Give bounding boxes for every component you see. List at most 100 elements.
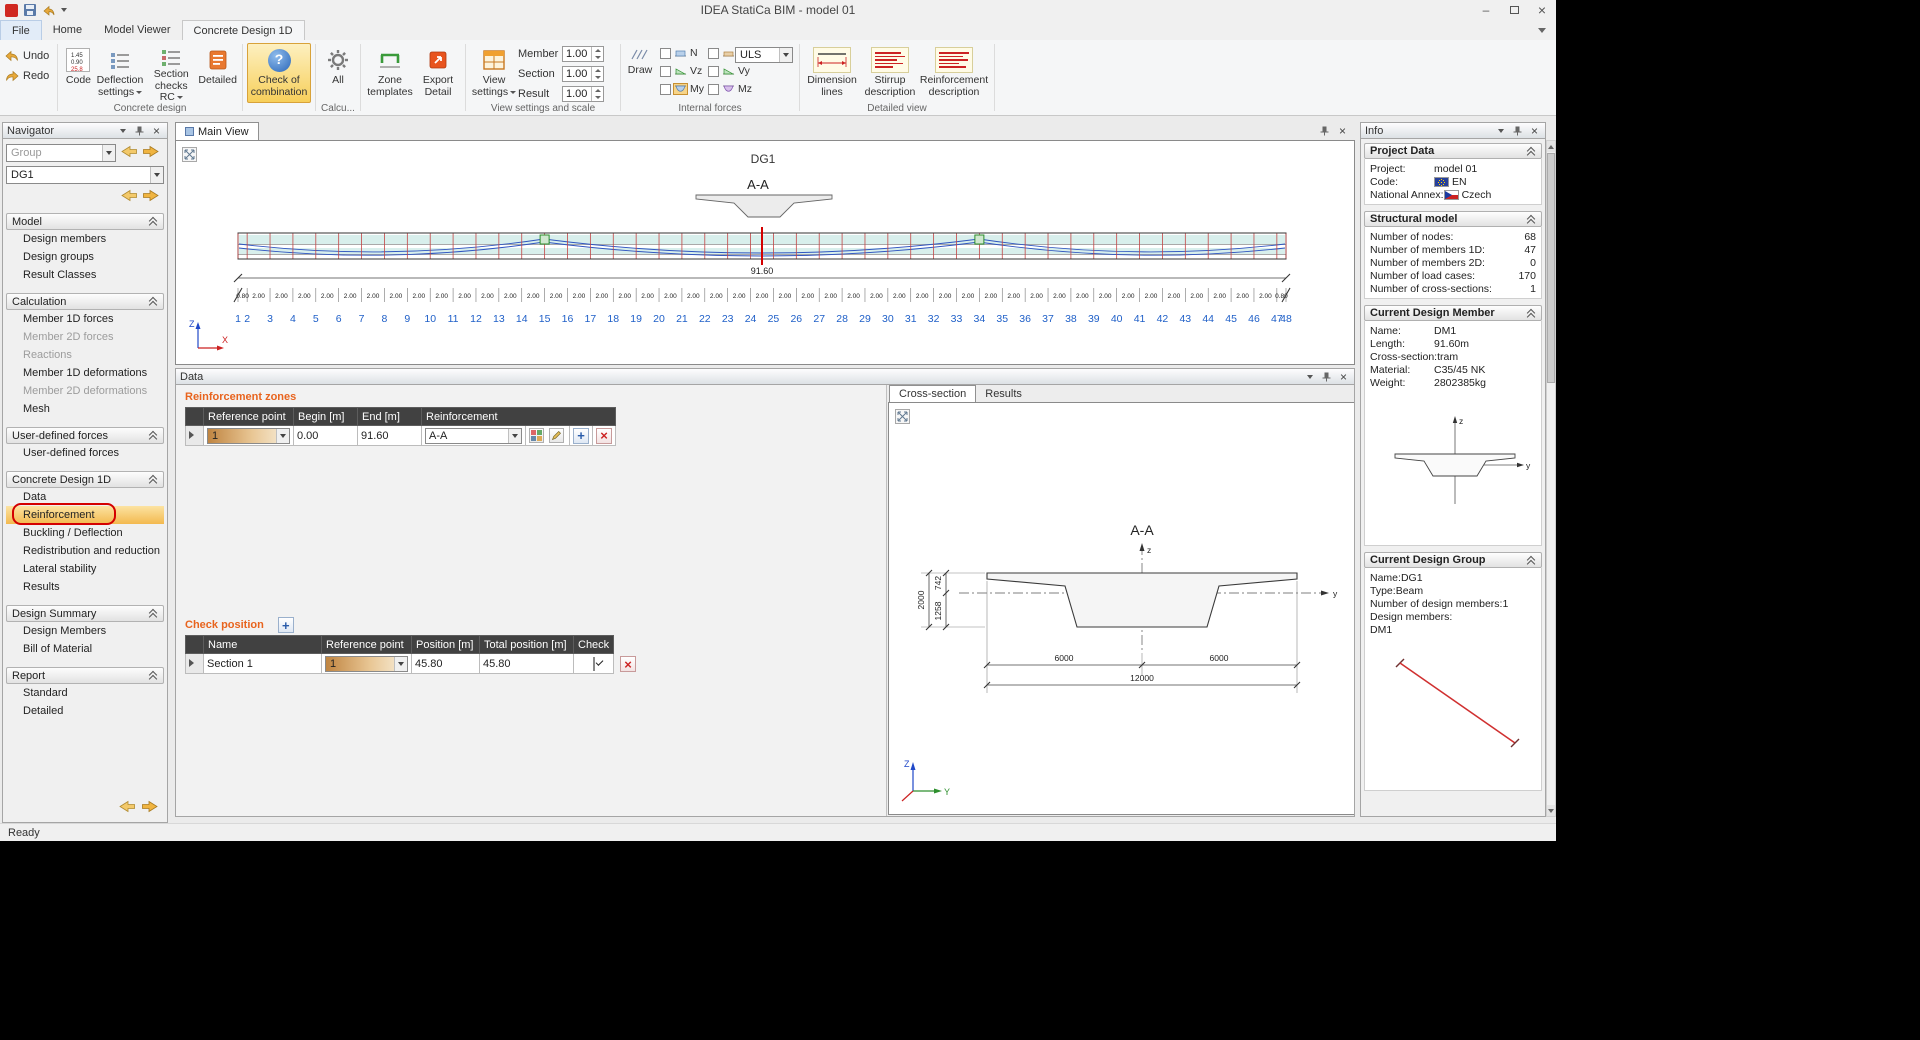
elevation-canvas[interactable]: DG1 A-A 12345678910111213141516171819202…	[175, 140, 1355, 365]
nav-item-member-2d-deformations[interactable]: Member 2D deformations	[6, 382, 164, 400]
info-scrollbar[interactable]	[1546, 140, 1556, 817]
close-icon[interactable]: ×	[1336, 124, 1349, 137]
section-checks-rc-button[interactable]: Section checks RC	[145, 43, 197, 103]
add-zone-button[interactable]: +	[573, 428, 589, 444]
dimension-lines-button[interactable]: Dimension lines	[804, 43, 860, 103]
spinner-buttons[interactable]	[591, 87, 603, 101]
delete-check-position-button[interactable]: ×	[620, 656, 636, 672]
chevron-down-icon[interactable]	[1494, 124, 1507, 137]
previous-member-button[interactable]	[120, 189, 138, 205]
zone-template-button[interactable]	[529, 428, 544, 443]
force-toggle-my[interactable]: My	[660, 82, 704, 96]
force-toggle-vz[interactable]: Vz	[660, 64, 704, 78]
tab-concrete-design-1d[interactable]: Concrete Design 1D	[182, 20, 305, 40]
check-of-combination-button[interactable]: ? Check of combination	[247, 43, 311, 103]
section-header-project-data[interactable]: Project Data	[1364, 143, 1542, 159]
combination-select[interactable]: ULS	[735, 47, 793, 63]
zone-begin-value[interactable]: 0.00	[294, 426, 358, 446]
chevron-down-icon[interactable]	[116, 124, 129, 137]
nav-section-header-report[interactable]: Report	[6, 667, 164, 684]
close-icon[interactable]: ×	[1337, 370, 1350, 383]
nav-section-header-user-defined-forces[interactable]: User-defined forces	[6, 427, 164, 444]
nav-section-header-concrete-design-1d[interactable]: Concrete Design 1D	[6, 471, 164, 488]
force-toggle-n[interactable]: N	[660, 46, 704, 60]
reference-point-select[interactable]: 1	[325, 656, 408, 672]
delete-zone-button[interactable]: ×	[596, 428, 612, 444]
nav-item-lateral-stability[interactable]: Lateral stability	[6, 560, 164, 578]
previous-group-button[interactable]	[120, 145, 138, 161]
nav-item-user-defined-forces[interactable]: User-defined forces	[6, 444, 164, 462]
section-header-structural-model[interactable]: Structural model	[1364, 211, 1542, 227]
nav-section-header-model[interactable]: Model	[6, 213, 164, 230]
checkbox[interactable]	[708, 84, 719, 95]
nav-item-data[interactable]: Data	[6, 488, 164, 506]
close-icon[interactable]: ×	[1528, 124, 1541, 137]
check-name-value[interactable]: Section 1	[204, 654, 322, 674]
toolbar-customize-chevron-icon[interactable]	[61, 8, 67, 12]
close-icon[interactable]: ×	[150, 124, 163, 137]
result-scale-input[interactable]: 1.00	[562, 86, 604, 102]
row-expander[interactable]	[186, 654, 204, 674]
next-member-button[interactable]	[142, 189, 160, 205]
reinforcement-template-select[interactable]: A-A	[425, 428, 522, 444]
next-item-button[interactable]	[141, 800, 159, 816]
tab-main-view[interactable]: Main View	[175, 122, 259, 140]
previous-item-button[interactable]	[118, 800, 136, 816]
undo-button[interactable]: Undo	[3, 48, 53, 63]
reinforcement-description-button[interactable]: Reinforcement description	[920, 43, 988, 103]
tab-model-viewer[interactable]: Model Viewer	[93, 20, 181, 40]
check-total-position-value[interactable]: 45.80	[480, 654, 574, 674]
draw-button[interactable]: Draw	[625, 48, 655, 76]
close-button[interactable]: ×	[1528, 0, 1556, 20]
tab-results[interactable]: Results	[976, 385, 1031, 402]
pin-icon[interactable]	[133, 124, 146, 137]
section-scale-input[interactable]: 1.00	[562, 66, 604, 82]
nav-item-standard[interactable]: Standard	[6, 684, 164, 702]
nav-item-results[interactable]: Results	[6, 578, 164, 596]
maximize-button[interactable]	[1500, 0, 1528, 20]
export-detail-button[interactable]: Export Detail	[415, 43, 461, 103]
section-header-current-design-member[interactable]: Current Design Member	[1364, 305, 1542, 321]
save-icon[interactable]	[24, 4, 36, 16]
calculate-all-button[interactable]: All	[320, 43, 356, 103]
detailed-button[interactable]: Detailed	[197, 43, 238, 103]
nav-item-member-2d-forces[interactable]: Member 2D forces	[6, 328, 164, 346]
pin-icon[interactable]	[1320, 370, 1333, 383]
nav-section-header-design-summary[interactable]: Design Summary	[6, 605, 164, 622]
chevron-down-icon[interactable]	[1303, 370, 1316, 383]
tab-home[interactable]: Home	[42, 20, 93, 40]
view-settings-button[interactable]: View settings	[470, 43, 518, 103]
nav-item-member-1d-forces[interactable]: Member 1D forces	[6, 310, 164, 328]
nav-item-design-groups[interactable]: Design groups	[6, 248, 164, 266]
spinner-buttons[interactable]	[591, 47, 603, 61]
tab-cross-section[interactable]: Cross-section	[889, 385, 976, 402]
section-header-current-design-group[interactable]: Current Design Group	[1364, 552, 1542, 568]
add-check-position-button[interactable]: +	[278, 617, 294, 633]
nav-item-buckling-deflection[interactable]: Buckling / Deflection	[6, 524, 164, 542]
minimize-button[interactable]: –	[1472, 0, 1500, 20]
scroll-up-icon[interactable]	[1547, 141, 1555, 152]
nav-section-header-calculation[interactable]: Calculation	[6, 293, 164, 310]
checkbox[interactable]	[660, 66, 671, 77]
force-toggle-vy[interactable]: Vy	[708, 64, 752, 78]
force-toggle-mz[interactable]: Mz	[708, 82, 752, 96]
stirrup-description-button[interactable]: Stirrup description	[860, 43, 920, 103]
spinner-buttons[interactable]	[591, 67, 603, 81]
tab-file[interactable]: File	[0, 20, 42, 40]
nav-item-reinforcement[interactable]: Reinforcement	[6, 506, 164, 524]
checkbox[interactable]	[660, 84, 671, 95]
zone-end-value[interactable]: 91.60	[358, 426, 422, 446]
check-position-value[interactable]: 45.80	[412, 654, 480, 674]
nav-item-member-1d-deformations[interactable]: Member 1D deformations	[6, 364, 164, 382]
cross-section-canvas[interactable]: A-A z y 2000	[888, 402, 1355, 815]
checkbox[interactable]	[708, 48, 719, 59]
pin-icon[interactable]	[1511, 124, 1524, 137]
nav-item-detailed[interactable]: Detailed	[6, 702, 164, 720]
nav-item-design-members[interactable]: Design members	[6, 230, 164, 248]
undo-icon[interactable]	[42, 4, 55, 17]
group-mode-select[interactable]: Group	[6, 144, 116, 162]
design-group-select[interactable]: DG1	[6, 166, 164, 184]
deflection-settings-button[interactable]: Deflection settings	[95, 43, 145, 103]
member-scale-input[interactable]: 1.00	[562, 46, 604, 62]
nav-item-result-classes[interactable]: Result Classes	[6, 266, 164, 284]
